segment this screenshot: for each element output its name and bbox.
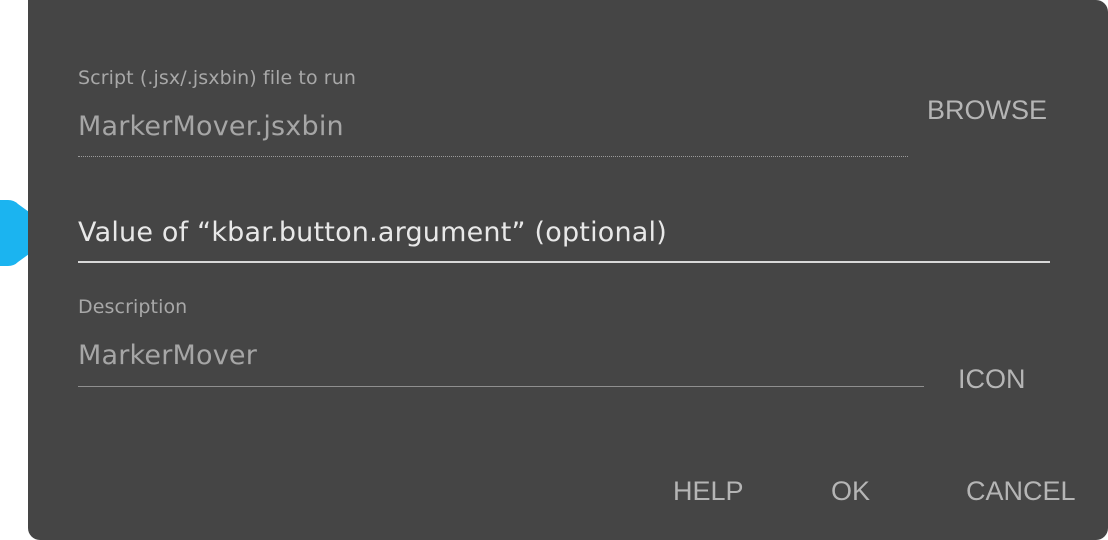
help-button[interactable]: HELP: [673, 478, 744, 505]
script-file-input[interactable]: MarkerMover.jsxbin: [78, 111, 344, 142]
description-underline: [78, 386, 924, 387]
script-file-underline: [78, 156, 908, 157]
cancel-button[interactable]: CANCEL: [966, 478, 1076, 505]
argument-underline: [78, 261, 1050, 263]
browse-button[interactable]: BROWSE: [927, 97, 1047, 124]
description-input[interactable]: MarkerMover: [78, 340, 257, 371]
description-label: Description: [78, 296, 188, 318]
ok-button[interactable]: OK: [831, 478, 870, 505]
argument-input[interactable]: Value of “kbar.button.argument” (optiona…: [78, 217, 667, 248]
icon-button[interactable]: ICON: [958, 366, 1026, 393]
script-dialog: Script (.jsx/.jsxbin) file to run Marker…: [28, 0, 1108, 540]
script-file-label: Script (.jsx/.jsxbin) file to run: [78, 67, 357, 89]
